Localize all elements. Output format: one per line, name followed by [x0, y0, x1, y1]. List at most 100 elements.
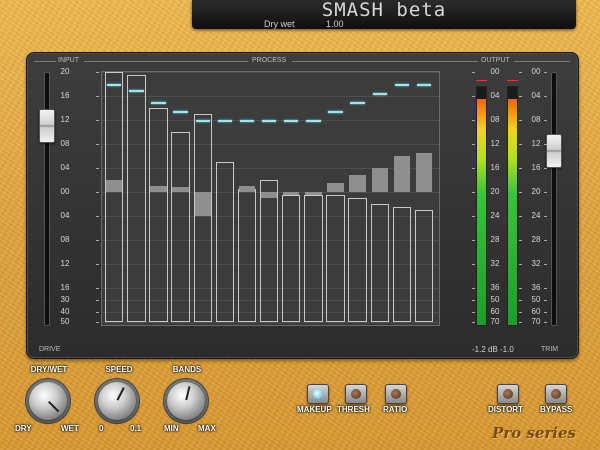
meter-scale-tick: [472, 168, 475, 169]
param-value: 1.00: [326, 19, 344, 29]
meter-scale-tick: [519, 322, 522, 323]
meter-scale-tick: [472, 216, 475, 217]
meter-scale-label: 36: [490, 283, 500, 292]
band-gain-bar: [349, 175, 366, 192]
input-scale-tick: [96, 72, 99, 73]
band-gain-bar: [305, 192, 322, 195]
input-scale-label: 50: [60, 317, 70, 326]
speed-knob[interactable]: [98, 382, 136, 420]
band-threshold-marker[interactable]: [394, 84, 410, 86]
meter-scale-label: 50: [490, 295, 500, 304]
drywet-max-label: WET: [61, 424, 79, 433]
meter-scale-label: 32: [490, 259, 500, 268]
band-level-box: [237, 189, 257, 322]
band-level-box: [127, 75, 146, 322]
band-level-box: [259, 180, 279, 322]
band-level-box: [414, 210, 434, 322]
band-threshold-marker[interactable]: [239, 120, 255, 122]
output-scale-tick: [544, 192, 547, 193]
meter-scale-tick: [472, 312, 475, 313]
led-indicator: [503, 389, 513, 399]
band-threshold-marker[interactable]: [151, 102, 166, 104]
input-scale-tick: [96, 168, 99, 169]
header-rule: [34, 61, 56, 62]
band-threshold-marker[interactable]: [350, 102, 365, 104]
thresh-button[interactable]: [345, 384, 367, 404]
graph-grid-line: [102, 96, 439, 97]
ratio-button[interactable]: [385, 384, 407, 404]
makeup-label: MAKEUP: [297, 405, 332, 414]
led-indicator: [313, 389, 323, 399]
band-threshold-marker[interactable]: [372, 93, 387, 95]
knob-pointer: [116, 387, 125, 401]
input-scale-tick: [96, 192, 99, 193]
drywet-min-label: DRY: [15, 424, 32, 433]
band-threshold-marker[interactable]: [195, 120, 210, 122]
input-scale-tick: [96, 96, 99, 97]
input-scale-tick: [96, 216, 99, 217]
led-indicator: [351, 389, 361, 399]
input-scale-label: 00: [60, 187, 70, 196]
meter-scale-tick: [519, 168, 522, 169]
brand-logo: Pro series: [492, 424, 576, 442]
drywet-knob[interactable]: [29, 382, 67, 420]
band-gain-bar: [150, 186, 167, 192]
input-scale-label: 16: [60, 283, 70, 292]
band-gain-bar: [106, 180, 123, 192]
band-gain-bar: [415, 153, 433, 192]
output-scale-tick: [544, 288, 547, 289]
band-gain-bar: [371, 168, 388, 192]
output-scale-tick: [544, 120, 547, 121]
trim-fader-track[interactable]: [551, 72, 557, 326]
title-display: SMASH beta Dry wet 1.00: [192, 0, 576, 29]
meter-scale-label: 04: [490, 91, 500, 100]
thresh-label: THRESH: [337, 405, 370, 414]
bypass-button[interactable]: [545, 384, 567, 404]
band-gain-bar: [327, 183, 344, 192]
makeup-button[interactable]: [307, 384, 329, 404]
meter-scale-tick: [472, 288, 475, 289]
drive-label: DRIVE: [39, 346, 61, 353]
meter-scale-tick: [519, 144, 522, 145]
band-level-box: [348, 198, 367, 322]
process-header: PROCESS: [252, 57, 287, 64]
band-gain-bar: [172, 187, 189, 192]
band-threshold-marker[interactable]: [306, 120, 321, 122]
bypass-label: BYPASS: [540, 405, 573, 414]
input-fader-handle[interactable]: [39, 109, 55, 144]
header-rule: [514, 61, 570, 62]
band-gain-bar: [393, 156, 411, 192]
meter-scale-tick: [519, 288, 522, 289]
meter-scale-tick: [472, 322, 475, 323]
input-header: INPUT: [58, 57, 79, 64]
speed-label: SPEED: [105, 365, 133, 374]
meter-scale-label: 08: [490, 115, 500, 124]
output-scale-tick: [544, 322, 547, 323]
peak-indicator-left: [476, 80, 487, 81]
band-threshold-marker[interactable]: [284, 120, 299, 122]
graph-grid-line: [102, 72, 439, 73]
band-level-box: [304, 195, 323, 322]
bands-knob[interactable]: [167, 382, 205, 420]
band-threshold-marker[interactable]: [217, 120, 233, 122]
graph-grid-line: [102, 322, 439, 323]
input-scale-label: 16: [60, 91, 70, 100]
meter-scale-label: 20: [490, 187, 500, 196]
band-level-box: [370, 204, 389, 322]
meter-scale-tick: [519, 216, 522, 217]
level-readout: -1.2 dB -1.0: [472, 345, 514, 354]
knob-pointer: [48, 401, 60, 413]
distort-button[interactable]: [497, 384, 519, 404]
meter-scale-tick: [472, 300, 475, 301]
band-threshold-marker[interactable]: [173, 111, 188, 113]
band-threshold-marker[interactable]: [328, 111, 343, 113]
meter-scale-tick: [472, 264, 475, 265]
band-threshold-marker[interactable]: [261, 120, 277, 122]
band-threshold-marker[interactable]: [416, 84, 432, 86]
trim-fader-handle[interactable]: [546, 133, 562, 168]
band-level-box: [282, 195, 301, 322]
band-threshold-marker[interactable]: [129, 90, 144, 92]
band-level-box: [392, 207, 412, 322]
meter-scale-tick: [519, 96, 522, 97]
band-threshold-marker[interactable]: [107, 84, 122, 86]
